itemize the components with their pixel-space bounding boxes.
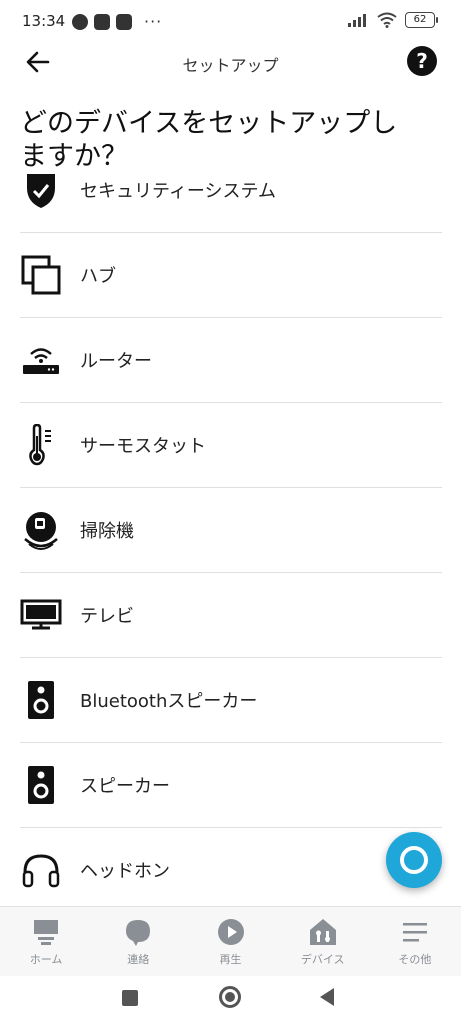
- list-item-router[interactable]: ルーター: [20, 317, 442, 403]
- router-icon: [20, 339, 62, 381]
- wifi-icon: [377, 12, 397, 28]
- help-icon[interactable]: ?: [407, 46, 437, 76]
- list-item-speaker[interactable]: スピーカー: [20, 742, 442, 828]
- list-item-label: ヘッドホン: [80, 860, 170, 882]
- headphones-icon: [20, 849, 62, 891]
- alexa-voice-button[interactable]: [386, 832, 442, 888]
- speaker-icon: [20, 764, 62, 806]
- speaker-icon: [20, 679, 62, 721]
- thermostat-icon: [20, 423, 62, 466]
- list-item-label: スピーカー: [80, 775, 170, 797]
- tv-icon: [20, 594, 62, 636]
- status-bar: 13:34 ··· 62: [0, 0, 461, 44]
- alexa-icon: [400, 846, 428, 874]
- card-icon: [94, 13, 110, 30]
- hub-icon: [20, 254, 62, 296]
- device-type-list: セキュリティーシステム ハブ ルーター サーモスタット 掃除機 テレビ Blue…: [0, 172, 461, 906]
- list-item-label: ルーター: [80, 350, 152, 372]
- chat-icon: [126, 920, 151, 946]
- list-item-label: セキュリティーシステム: [80, 180, 277, 202]
- list-item-thermostat[interactable]: サーモスタット: [20, 402, 442, 488]
- list-item-hub[interactable]: ハブ: [20, 232, 442, 318]
- tab-communicate[interactable]: 連絡: [92, 907, 184, 977]
- system-status-icons: 62: [347, 12, 438, 28]
- tab-label: その他: [398, 953, 432, 966]
- tab-label: デバイス: [300, 953, 345, 966]
- list-item-bluetooth-speaker[interactable]: Bluetoothスピーカー: [20, 657, 442, 743]
- bag-icon: [116, 13, 132, 30]
- list-item-security-system[interactable]: セキュリティーシステム: [20, 172, 442, 233]
- line-app-icon: [72, 13, 88, 30]
- list-item-label: 掃除機: [80, 520, 134, 542]
- header-title: セットアップ: [182, 56, 279, 75]
- app-header: セットアップ ?: [0, 40, 461, 84]
- list-item-tv[interactable]: テレビ: [20, 572, 442, 658]
- shield-icon: [20, 172, 62, 211]
- system-navigation-bar: [0, 976, 461, 1024]
- robot-vacuum-icon: [20, 509, 62, 551]
- page-title: どのデバイスをセットアップしますか？: [20, 108, 398, 172]
- battery-icon: 62: [405, 12, 438, 28]
- tab-label: ホーム: [29, 953, 63, 966]
- tab-label: 再生: [219, 953, 242, 966]
- more-notifications-icon: ···: [144, 12, 163, 31]
- back-triangle-icon[interactable]: [320, 988, 334, 1006]
- notification-icons: ···: [72, 12, 162, 31]
- list-item-label: ハブ: [80, 265, 116, 287]
- devices-icon: [309, 919, 336, 945]
- list-item-label: Bluetoothスピーカー: [80, 690, 258, 712]
- home-icon: [34, 920, 59, 945]
- tab-play[interactable]: 再生: [184, 907, 276, 977]
- tab-more[interactable]: その他: [369, 907, 461, 977]
- signal-icon: [348, 14, 366, 27]
- menu-icon: [402, 923, 427, 942]
- list-item-label: テレビ: [80, 605, 134, 627]
- list-item-headphones[interactable]: ヘッドホン: [20, 827, 442, 906]
- list-item-vacuum[interactable]: 掃除機: [20, 487, 442, 573]
- play-icon: [217, 919, 244, 945]
- tab-devices[interactable]: デバイス: [277, 907, 369, 977]
- bottom-navigation: ホーム 連絡 再生 デバイス その他: [0, 906, 461, 977]
- list-item-label: サーモスタット: [80, 435, 206, 457]
- tab-label: 連絡: [127, 953, 150, 966]
- tab-home[interactable]: ホーム: [0, 907, 92, 977]
- recent-apps-icon[interactable]: [122, 990, 138, 1006]
- status-time: 13:34: [22, 12, 66, 30]
- home-button-icon[interactable]: [219, 986, 241, 1008]
